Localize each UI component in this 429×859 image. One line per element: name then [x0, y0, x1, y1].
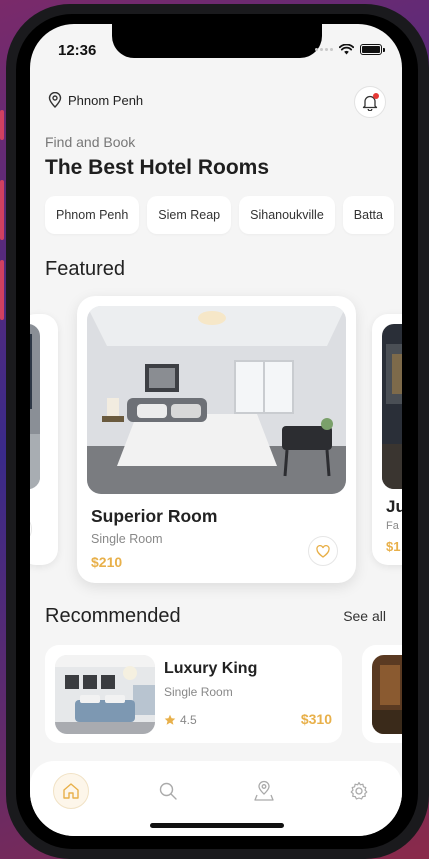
featured-title: Featured [45, 258, 126, 280]
favorite-button[interactable] [308, 536, 338, 566]
hero-title: The Best Hotel Rooms [45, 156, 270, 179]
city-chip[interactable]: Phnom Penh [45, 196, 140, 234]
room-name: Luxury King [164, 660, 258, 677]
room-type: Single Room [91, 532, 163, 546]
recommended-title: Recommended [45, 605, 181, 627]
search-icon [159, 782, 177, 800]
battery-icon [360, 44, 385, 55]
home-icon [63, 783, 79, 799]
home-indicator[interactable] [150, 823, 284, 828]
tab-home[interactable] [53, 773, 89, 809]
location-label: Phnom Penh [68, 92, 144, 108]
status-time: 12:36 [58, 42, 97, 59]
recommended-card[interactable]: Luxury King Single Room 4.5 $310 [45, 645, 342, 743]
notifications-button[interactable] [354, 86, 386, 118]
room-price: $210 [91, 554, 123, 570]
room-name: Ju [386, 497, 402, 516]
room-photo [382, 324, 402, 489]
room-rating: 4.5 [164, 713, 197, 727]
tab-map[interactable] [246, 773, 282, 809]
room-thumbnail [55, 655, 155, 734]
featured-card[interactable]: Superior Room Single Room $210 [77, 296, 356, 583]
star-icon [164, 714, 176, 725]
phone-side-button-3 [0, 260, 4, 320]
recommended-card-partial[interactable] [362, 645, 402, 743]
room-photo [30, 324, 40, 489]
heart-icon [316, 544, 330, 558]
phone-side-button-2 [0, 180, 4, 240]
city-chips: Phnom Penh Siem Reap Sihanoukville Batta [45, 196, 394, 234]
location-pin-icon [48, 92, 62, 108]
hero-subtitle: Find and Book [45, 134, 136, 150]
room-photo [87, 306, 346, 494]
location-selector[interactable]: Phnom Penh [48, 92, 143, 108]
tab-search[interactable] [150, 773, 186, 809]
map-pin-icon [254, 780, 274, 801]
wifi-icon [339, 44, 354, 55]
room-type: Fa [386, 520, 399, 532]
signal-icon [315, 48, 333, 51]
featured-card-partial-left[interactable] [30, 314, 58, 565]
city-chip[interactable]: Siem Reap [147, 196, 232, 234]
room-price: $1 [386, 539, 401, 554]
city-chip[interactable]: Sihanoukville [239, 196, 335, 234]
notch [112, 24, 322, 58]
gear-icon [350, 781, 368, 800]
room-price: $310 [300, 711, 332, 727]
status-icons [315, 44, 385, 55]
room-thumbnail [372, 655, 402, 734]
rating-value: 4.5 [180, 713, 197, 727]
see-all-link[interactable]: See all [343, 608, 386, 624]
app-screen: 12:36 Phnom Penh Find and Book The Best … [30, 24, 402, 836]
favorite-button[interactable] [30, 514, 32, 544]
tab-settings[interactable] [341, 773, 377, 809]
city-chip[interactable]: Batta [342, 196, 394, 234]
room-type: Single Room [164, 685, 233, 699]
featured-card-partial-right[interactable]: Ju Fa $1 [372, 314, 402, 565]
notification-badge [373, 93, 379, 99]
room-name: Superior Room [91, 506, 218, 526]
phone-side-button-1 [0, 110, 4, 140]
